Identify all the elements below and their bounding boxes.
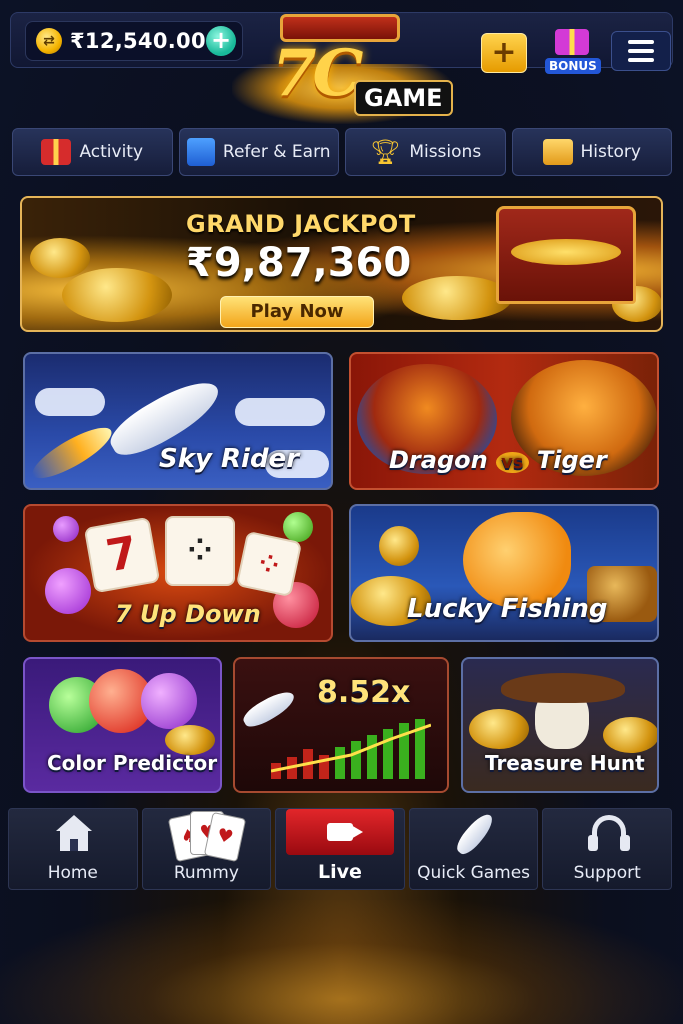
treasure-hunt-title: Treasure Hunt xyxy=(485,751,645,775)
seven-up-down-title: 7 Up Down xyxy=(115,600,261,628)
grand-jackpot-banner[interactable]: GRAND JACKPOT ₹9,87,360 Play Now xyxy=(20,196,663,332)
deposit-button[interactable]: + xyxy=(481,33,527,73)
bonus-label: BONUS xyxy=(545,58,601,74)
game-tile-sky-rider[interactable]: Sky Rider xyxy=(23,352,333,490)
vs-badge: vs xyxy=(496,452,529,473)
shopping-bag-icon xyxy=(186,138,215,166)
nav-quick-games[interactable]: Quick Games xyxy=(408,808,539,890)
game-tile-color-predictor[interactable]: Color Predictor xyxy=(23,657,222,793)
app-root: ⇄ ₹12,540.00 + + BONUS 7C GAME Activity … xyxy=(0,0,683,1024)
bonus-button[interactable]: BONUS xyxy=(545,29,601,77)
color-predictor-title: Color Predictor xyxy=(47,751,218,775)
coin-image xyxy=(379,526,419,566)
nav-live-label: Live xyxy=(318,861,362,883)
game-tile-dragon-tiger[interactable]: Dragon vs Tiger xyxy=(349,352,659,490)
rocket-icon xyxy=(449,809,499,859)
jackpot-amount: ₹9,87,360 xyxy=(186,240,412,286)
game-tile-7-up-down[interactable]: 7 ⁘ ⁘ 7 Up Down xyxy=(23,504,333,642)
video-camera-icon xyxy=(285,809,394,855)
activity-label: Activity xyxy=(79,142,144,162)
tiger-label: Tiger xyxy=(536,446,607,474)
green-ball-image xyxy=(283,512,313,542)
activity-link[interactable]: Activity xyxy=(12,128,173,176)
lucky-fishing-title: Lucky Fishing xyxy=(407,594,608,624)
dragon-tiger-title: Dragon vs Tiger xyxy=(389,446,607,474)
nav-home-label: Home xyxy=(47,863,98,883)
crash-multiplier-value: 8.52x xyxy=(317,675,411,710)
bottom-navigation: Home ♠ ♥ ♥ Rummy Live Quick Games xyxy=(8,808,672,890)
history-link[interactable]: History xyxy=(511,128,672,176)
coin-pile-image xyxy=(30,238,90,278)
jackpot-title: GRAND JACKPOT xyxy=(186,210,416,238)
hamburger-menu-button[interactable] xyxy=(611,31,671,71)
balance-amount: ₹12,540.00 xyxy=(70,29,206,53)
history-label: History xyxy=(580,142,641,162)
game-tile-treasure-hunt[interactable]: Treasure Hunt xyxy=(461,657,659,793)
box-icon xyxy=(542,139,573,165)
coin-icon: ⇄ xyxy=(36,28,62,54)
missions-label: Missions xyxy=(409,142,482,162)
bonus-gift-icon xyxy=(555,29,589,55)
purple-ball-image xyxy=(141,673,197,729)
nav-quick-games-label: Quick Games xyxy=(417,863,531,883)
play-now-button[interactable]: Play Now xyxy=(220,296,374,328)
cloud-image xyxy=(235,398,325,426)
purple-ball-image xyxy=(45,568,91,614)
nav-home[interactable]: Home xyxy=(8,808,138,890)
playing-cards-icon: ♠ ♥ ♥ xyxy=(166,811,247,863)
logo-game-text: GAME xyxy=(354,80,453,116)
coin-pile-image xyxy=(62,268,172,322)
refer-earn-link[interactable]: Refer & Earn xyxy=(178,128,339,176)
dragon-label: Dragon xyxy=(389,446,488,474)
dice-image: ⁘ xyxy=(165,516,235,586)
pirate-hat-image xyxy=(501,673,625,703)
dice-seven-image: 7 xyxy=(83,516,161,594)
multiplier-chart-image xyxy=(271,719,431,779)
dice-image: ⁘ xyxy=(235,530,303,598)
nav-live[interactable]: Live xyxy=(275,808,405,890)
home-icon xyxy=(48,811,98,857)
treasure-chest-image xyxy=(496,206,636,304)
rocket-flame-image xyxy=(26,419,118,487)
treasure-box-image xyxy=(603,717,657,753)
trophy-icon: 🏆︎ xyxy=(370,138,401,166)
logo-7c-text: 7C xyxy=(272,36,363,111)
missions-link[interactable]: 🏆︎ Missions xyxy=(345,128,506,176)
quick-links-bar: Activity Refer & Earn 🏆︎ Missions Histor… xyxy=(12,128,672,176)
nav-support[interactable]: Support xyxy=(542,808,672,890)
nav-support-label: Support xyxy=(573,863,641,883)
game-tile-crash-multiplier[interactable]: 8.52x xyxy=(233,657,449,793)
headset-icon xyxy=(582,811,632,857)
purple-ball-image xyxy=(53,516,79,542)
cloud-image xyxy=(35,388,105,416)
refer-earn-label: Refer & Earn xyxy=(222,142,331,162)
nav-rummy-label: Rummy xyxy=(173,863,239,883)
game-tile-lucky-fishing[interactable]: Lucky Fishing xyxy=(349,504,659,642)
coin-pile-image xyxy=(469,709,529,749)
gift-icon xyxy=(41,139,72,165)
sky-rider-title: Sky Rider xyxy=(159,444,300,474)
wallet-balance[interactable]: ⇄ ₹12,540.00 + xyxy=(25,21,243,61)
nav-rummy[interactable]: ♠ ♥ ♥ Rummy xyxy=(141,808,272,890)
background-floor-glow xyxy=(0,900,683,1024)
app-logo: 7C GAME xyxy=(232,6,453,124)
